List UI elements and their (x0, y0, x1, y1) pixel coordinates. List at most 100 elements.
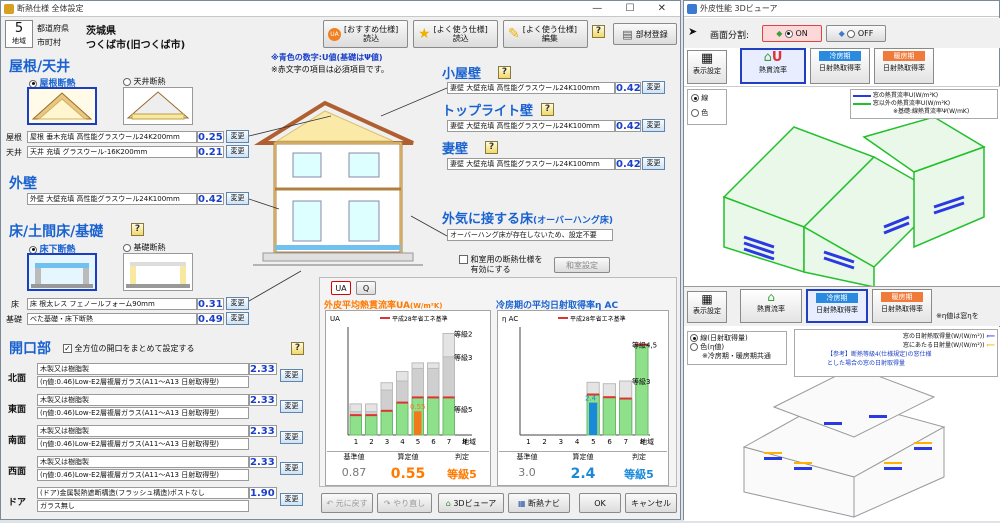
insulation-settings-window: 断熱仕様 全体設定 — ☐ ✕ 5 地域 都道府県 茨城県 市町村 つくば市(旧… (0, 0, 681, 520)
x-tick-label: 3 (385, 438, 389, 446)
viewer-app-icon (687, 4, 697, 14)
gable-spec-field[interactable]: 妻壁 大壁充填 高性能グラスウール24K100mm (447, 158, 615, 170)
top-heating-button[interactable]: 暖房期 日射熱取得率 (874, 48, 934, 84)
split-off-icon: ◆ (838, 29, 845, 38)
japanese-room-checkbox[interactable]: 和室用の断熱仕様を 有効にする (459, 255, 543, 275)
split-on-radio[interactable] (784, 29, 793, 38)
gable-u-value: 0.42 (615, 158, 641, 170)
house-u-icon: ⌂U (763, 50, 783, 65)
bottom-heating-button[interactable]: 暖房期 日射熱取得率 (872, 289, 932, 323)
legend-solar: 窓にあたる日射量(W/(W/m²)) ⟸ (797, 341, 995, 350)
x-tick-label: 5 (591, 438, 595, 446)
standard-bar (427, 396, 440, 436)
legend-other-u: 窓以外の熱貫流率U(W/m²K) (853, 100, 995, 108)
attic-spec-field[interactable]: 妻壁 大壁充填 高性能グラスウール24K100mm (447, 82, 615, 94)
attic-wall-heading: 小屋壁 (442, 67, 482, 82)
undo-button[interactable]: ↶ 元に戻す (321, 493, 373, 513)
grade-label: 等級2 (454, 329, 472, 338)
right-titlebar: 外皮性能 3Dビューア (684, 1, 999, 17)
toplight-spec-field[interactable]: 妻壁 大壁充填 高性能グラスウール24K100mm (447, 120, 615, 132)
sun-line-option[interactable]: 線(日射取得量) (690, 334, 784, 343)
sun-line-radio[interactable] (690, 334, 698, 342)
gable-help-button[interactable]: ? (485, 141, 498, 154)
eta-color-label: 色(η値) (700, 343, 725, 351)
legend-other-u-text: 窓以外の熱貫流率U(W/m²K) (872, 100, 951, 107)
split-on-button[interactable]: ◆ ON (762, 25, 822, 42)
x-tick-label: 5 (416, 438, 420, 446)
viewer3d-button[interactable]: ⌂ 3Dビューア (438, 493, 504, 513)
standard-bar (396, 402, 409, 436)
top-cooling-button[interactable]: 冷房期 日射熱取得率 (810, 48, 870, 84)
legend-yellow-arrow-icon: ⟸ (986, 342, 995, 349)
top-u-value-button[interactable]: ⌂U 熱貫流率 (740, 48, 806, 84)
x-tick-label: 6 (607, 438, 612, 446)
split-off-button[interactable]: ◆ OFF (826, 25, 886, 42)
ok-button[interactable]: OK (579, 493, 621, 513)
x-tick-label: 4 (400, 438, 405, 446)
eta-color-radio[interactable] (690, 343, 698, 351)
navi-icon: ▦ (517, 498, 526, 508)
legend-solar-text: 窓にあたる日射量(W/(W/m²)) (902, 342, 985, 349)
toplight-change-button[interactable]: 変更 (642, 119, 665, 132)
attic-change-button[interactable]: 変更 (642, 81, 665, 94)
eta-color-note: ※冷房期・暖房期共通 (702, 352, 771, 360)
x-axis-label: 地域 (462, 437, 476, 446)
line-mode-option[interactable]: 線 (691, 93, 723, 103)
insulation-navi-button[interactable]: ▦ 断熱ナビ (508, 493, 570, 513)
standard-bar (619, 398, 633, 436)
bottom-mode-radios: 線(日射取得量) 色(η値) ※冷房期・暖房期共通 (687, 331, 787, 365)
viewer3d-label: 3Dビューア (453, 498, 497, 508)
split-off-radio[interactable] (847, 29, 856, 38)
bottom-display-settings-button[interactable]: ▦ 表示設定 (687, 291, 727, 323)
overhang-spec-field: オーバーハング床が存在しないため、設定不要 (447, 229, 613, 241)
eta-color-option[interactable]: 色(η値) (690, 343, 784, 352)
japanese-room-settings-button[interactable]: 和室設定 (554, 257, 610, 273)
top-display-settings-button[interactable]: ▦ 表示設定 (687, 50, 727, 84)
overhang-heading-main: 外気に接する床 (442, 212, 534, 227)
bottom-u-value-label: 熱貫流率 (757, 305, 785, 313)
japanese-room-check[interactable] (459, 255, 468, 264)
line-mode-label: 線 (701, 94, 709, 102)
redo-button[interactable]: ↷ やり直し (377, 493, 432, 513)
eta-calc-value: 2.4 (570, 465, 596, 482)
standard-bar (380, 410, 393, 436)
x-tick-label: 6 (431, 438, 436, 446)
split-on-label: ON (795, 29, 808, 38)
attic-help-button[interactable]: ? (498, 66, 511, 79)
color-mode-option[interactable]: 色 (691, 108, 723, 118)
eta-grade-value: 等級5 (624, 467, 654, 481)
calculated-bar (589, 402, 598, 435)
gable-change-button[interactable]: 変更 (642, 157, 665, 170)
ua-result-table: 基準値 算定値 判定 0.87 0.55 等級5 (327, 451, 489, 485)
top-display-settings-label: 表示設定 (693, 67, 721, 75)
top-legend: 窓の熱貫流率U(W/m²K) 窓以外の熱貫流率U(W/m²K) ※基礎:線熱貫流… (850, 89, 998, 119)
top-mode-radios: 線 色 (687, 89, 727, 125)
bottom-house-icon: ⌂ (767, 290, 775, 304)
q-chart-tab[interactable]: Q (356, 281, 376, 295)
redo-label: やり直し (393, 498, 426, 508)
eta-chart: η AC1 2 3 4 5 6 7 8地域平成28年省エネ基準等級4,5等級32.4 (502, 315, 657, 446)
legend-psi-note: ※基礎:線熱貫流率Ψ(W/mK) (893, 108, 970, 115)
ua-chart-unit: (W/m²K) (410, 302, 443, 310)
ua-chart-tab[interactable]: UA (331, 281, 351, 295)
eta-std-header: 基準値 (516, 453, 538, 461)
bottom-u-value-button[interactable]: ⌂ 熱貫流率 (740, 289, 802, 323)
color-mode-radio[interactable] (691, 109, 699, 117)
line-mode-radio[interactable] (691, 94, 699, 102)
pointer-icon[interactable]: ➤ (688, 25, 702, 39)
bottom-cooling-button[interactable]: 冷房期 日射熱取得率 (806, 289, 868, 323)
toplight-help-button[interactable]: ? (541, 103, 554, 116)
legend-standard-text: 平成28年省エネ基準 (392, 315, 448, 323)
toplight-u-value: 0.42 (615, 120, 641, 132)
overhang-heading-sub: (オーバーハング床) (533, 216, 613, 226)
bottom-heating-label: 日射熱取得率 (881, 305, 923, 313)
undo-icon: ↶ (326, 498, 334, 508)
x-axis-label: 地域 (640, 437, 654, 446)
grade-label: 等級3 (454, 353, 472, 362)
eta-note: ※η値は窓ηを (936, 312, 979, 320)
legend-blue-arrow-icon: ⟸ (986, 333, 995, 340)
bottom-legend: 窓の日射熱取得量(W/(W/m²)) ⟸ 窓にあたる日射量(W/(W/m²)) … (794, 329, 998, 377)
legend-green-line (853, 102, 871, 105)
heating-badge: 暖房期 (883, 51, 925, 61)
cancel-button[interactable]: キャンセル (625, 493, 677, 513)
